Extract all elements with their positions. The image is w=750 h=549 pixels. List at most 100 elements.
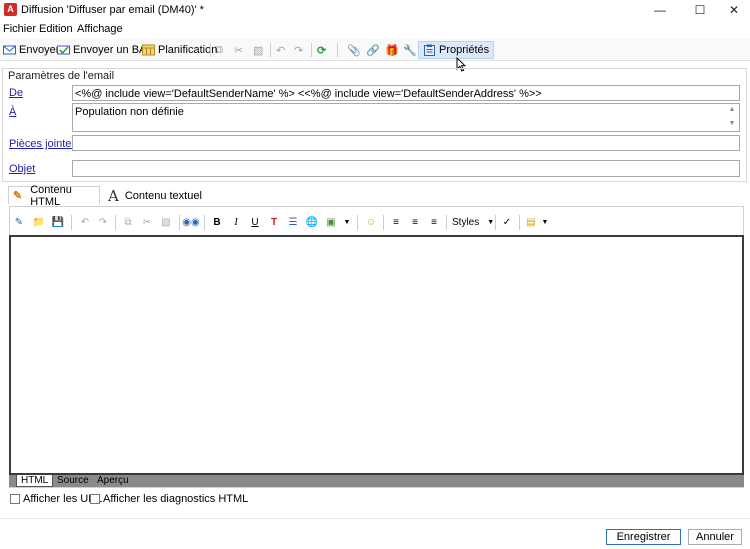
spellcheck-icon[interactable]: ✓ bbox=[499, 214, 515, 230]
editor-divider bbox=[115, 215, 116, 230]
styles-select[interactable]: Styles ▼ bbox=[449, 214, 501, 230]
minimize-icon[interactable]: — bbox=[642, 0, 678, 20]
editor-divider bbox=[495, 215, 496, 230]
toolbar-divider bbox=[337, 43, 338, 57]
attachments-field[interactable] bbox=[72, 135, 740, 151]
table-dropdown-arrow-icon[interactable]: ▼ bbox=[537, 214, 553, 230]
editor-divider bbox=[71, 215, 72, 230]
menu-bar: Fichier Edition Affichage bbox=[0, 20, 750, 38]
align-left-icon[interactable]: ≡ bbox=[388, 214, 404, 230]
paperclip-icon[interactable]: 📎 bbox=[347, 41, 361, 59]
maximize-icon[interactable]: ☐ bbox=[682, 0, 718, 20]
toolbar-divider bbox=[210, 43, 211, 57]
undo-icon[interactable]: ↶ bbox=[276, 41, 285, 59]
tab-html-content[interactable]: ✎ Contenu HTML bbox=[8, 184, 100, 208]
send-bat-button[interactable]: Envoyer un BAT bbox=[57, 41, 152, 59]
planning-button[interactable]: Planification bbox=[142, 41, 217, 59]
menu-affichage[interactable]: Affichage bbox=[77, 23, 123, 35]
editor-divider bbox=[446, 215, 447, 230]
show-diagnostics-checkbox[interactable] bbox=[90, 494, 100, 504]
new-document-icon[interactable]: ✎ bbox=[11, 214, 27, 230]
to-link[interactable]: À bbox=[9, 106, 16, 118]
menu-edition[interactable]: Edition bbox=[39, 23, 73, 35]
app-icon: A bbox=[4, 3, 17, 16]
bold-icon[interactable]: B bbox=[209, 214, 225, 230]
html-editor-area[interactable] bbox=[9, 235, 744, 475]
tab-text-label: Contenu textuel bbox=[124, 189, 202, 202]
clipboard-icon bbox=[423, 44, 436, 56]
find-binoculars-icon[interactable]: ◉◉ bbox=[182, 214, 199, 230]
editor-divider bbox=[204, 215, 205, 230]
refresh-icon[interactable]: ⟳ bbox=[317, 41, 326, 59]
toolbar-divider bbox=[270, 43, 271, 57]
styles-label: Styles bbox=[452, 216, 480, 228]
redo-icon[interactable]: ↷ bbox=[95, 214, 111, 230]
envelope-icon bbox=[3, 44, 16, 56]
open-folder-icon[interactable]: 📁 bbox=[31, 214, 47, 230]
email-params-title: Paramètres de l'email bbox=[7, 70, 116, 82]
insert-link-globe-icon[interactable]: 🌐 bbox=[304, 214, 320, 230]
gift-icon[interactable]: 🎁 bbox=[385, 41, 399, 59]
paste-icon[interactable]: ▧ bbox=[253, 41, 263, 59]
from-link[interactable]: De bbox=[9, 87, 23, 99]
send-bat-label: Envoyer un BAT bbox=[73, 44, 153, 56]
paste-icon[interactable]: ▧ bbox=[158, 214, 174, 230]
undo-icon[interactable]: ↶ bbox=[77, 214, 93, 230]
align-center-icon[interactable]: ≡ bbox=[407, 214, 423, 230]
main-toolbar: Envoyer Envoyer un BAT Planification ⧉ ✂… bbox=[0, 39, 750, 61]
copy-icon[interactable]: ⧉ bbox=[215, 41, 223, 59]
scroll-up-icon[interactable]: ▲ bbox=[727, 106, 737, 116]
editor-divider bbox=[357, 215, 358, 230]
editor-toolbar: ✎ 📁 💾 ↶ ↷ ⧉ ✂ ▧ ◉◉ B I U T ☰ 🌐 ▣ ▼ ☺ ≡ ≡… bbox=[9, 212, 744, 233]
insert-image-icon[interactable]: ▣ bbox=[323, 214, 339, 230]
editor-divider bbox=[519, 215, 520, 230]
tab-text-content[interactable]: A Contenu textuel bbox=[108, 186, 203, 205]
calendar-icon bbox=[142, 44, 155, 56]
to-value: Population non définie bbox=[75, 106, 184, 118]
title-bar: A Diffusion 'Diffuser par email (DM40)' … bbox=[0, 0, 750, 20]
show-urls-checkbox[interactable] bbox=[10, 494, 20, 504]
tab-html-mode[interactable]: HTML bbox=[16, 475, 54, 487]
subject-field[interactable] bbox=[72, 160, 740, 177]
tab-preview-mode[interactable]: Aperçu bbox=[93, 475, 133, 487]
bullet-list-icon[interactable]: ☰ bbox=[285, 214, 301, 230]
scroll-down-icon[interactable]: ▼ bbox=[727, 120, 737, 130]
toolbar-divider bbox=[311, 43, 312, 57]
envelope-check-icon bbox=[57, 44, 70, 56]
menu-fichier[interactable]: Fichier bbox=[3, 23, 36, 35]
editor-divider bbox=[179, 215, 180, 230]
show-urls-option[interactable]: Afficher les URL bbox=[10, 493, 102, 505]
wrench-icon[interactable]: 🔧 bbox=[403, 41, 417, 59]
editor-divider bbox=[383, 215, 384, 230]
cut-icon[interactable]: ✂ bbox=[139, 214, 155, 230]
editor-mode-tabs: HTML Source Aperçu bbox=[9, 475, 744, 487]
content-tabs: ✎ Contenu HTML A Contenu textuel bbox=[0, 184, 750, 208]
link-icon[interactable]: 🔗 bbox=[366, 41, 380, 59]
save-button[interactable]: Enregistrer bbox=[606, 529, 681, 545]
send-button[interactable]: Envoyer bbox=[3, 41, 59, 59]
send-label: Envoyer bbox=[19, 44, 60, 56]
align-right-icon[interactable]: ≡ bbox=[426, 214, 442, 230]
redo-icon[interactable]: ↷ bbox=[294, 41, 303, 59]
cancel-button[interactable]: Annuler bbox=[688, 529, 742, 545]
show-diagnostics-option[interactable]: Afficher les diagnostics HTML bbox=[90, 493, 248, 505]
smiley-icon[interactable]: ☺ bbox=[363, 214, 379, 230]
from-field[interactable]: <%@ include view='DefaultSenderName' %> … bbox=[72, 85, 740, 101]
to-field[interactable]: Population non définie ▲ ▼ bbox=[72, 103, 740, 132]
footer-divider bbox=[0, 518, 750, 519]
copy-icon[interactable]: ⧉ bbox=[120, 214, 136, 230]
subject-link[interactable]: Objet bbox=[9, 163, 35, 175]
close-icon[interactable]: ✕ bbox=[716, 0, 750, 20]
planning-label: Planification bbox=[158, 44, 218, 56]
save-icon[interactable]: 💾 bbox=[50, 214, 66, 230]
text-color-icon[interactable]: T bbox=[266, 214, 282, 230]
text-a-icon: A bbox=[108, 186, 119, 205]
attachments-link[interactable]: Pièces jointes bbox=[9, 138, 77, 150]
underline-icon[interactable]: U bbox=[247, 214, 263, 230]
tab-source-mode[interactable]: Source bbox=[53, 475, 93, 487]
cut-icon[interactable]: ✂ bbox=[234, 41, 243, 59]
italic-icon[interactable]: I bbox=[228, 214, 244, 230]
show-diagnostics-label: Afficher les diagnostics HTML bbox=[103, 493, 249, 505]
window-title: Diffusion 'Diffuser par email (DM40)' * bbox=[21, 4, 204, 16]
image-dropdown-arrow-icon[interactable]: ▼ bbox=[339, 214, 355, 230]
